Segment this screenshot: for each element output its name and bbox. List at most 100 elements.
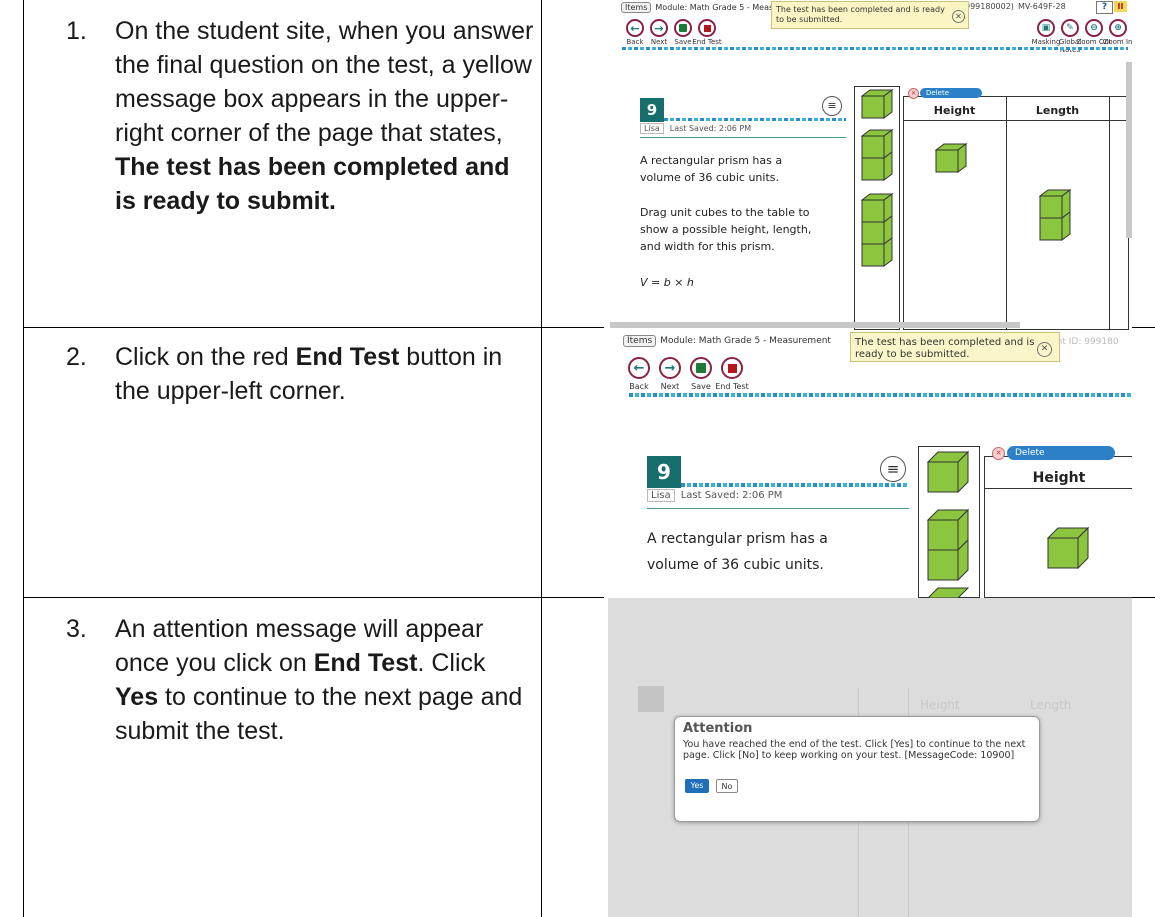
save-icon bbox=[679, 24, 687, 32]
tray-cube-stack[interactable] bbox=[926, 450, 972, 598]
step-number: 2. bbox=[66, 343, 87, 371]
attention-dialog: Attention You have reached the end of th… bbox=[674, 716, 1040, 822]
arrow-right-icon: → bbox=[664, 360, 676, 376]
masking-button[interactable]: ▣ bbox=[1037, 19, 1055, 37]
save-button[interactable] bbox=[690, 357, 712, 379]
screenshot-end-test-button: Items Module: Math Grade 5 - Measurement … bbox=[604, 330, 1132, 598]
delete-label: Delete bbox=[1015, 448, 1045, 458]
help-button[interactable]: ? bbox=[1096, 1, 1113, 14]
step-text-plain: to continue to the next page and submit … bbox=[115, 683, 523, 745]
ghost-height-header: Height bbox=[920, 698, 960, 712]
step-text-cell: 2. Click on the red End Test button in t… bbox=[24, 328, 542, 597]
pause-button[interactable]: II bbox=[1114, 1, 1127, 12]
masking-icon: ▣ bbox=[1041, 23, 1051, 33]
notes-icon: ✎ bbox=[1066, 23, 1074, 33]
arrow-right-icon: → bbox=[654, 21, 664, 35]
question-dash-line bbox=[681, 483, 909, 487]
answer-table bbox=[903, 96, 1129, 330]
save-button[interactable] bbox=[674, 19, 692, 37]
question-number-badge: 9 bbox=[647, 456, 681, 488]
question-paragraph-1: A rectangular prism has a volume of 36 c… bbox=[647, 531, 828, 573]
divider bbox=[640, 137, 846, 138]
back-button[interactable]: ← bbox=[626, 19, 644, 37]
end-test-label: End Test bbox=[692, 38, 722, 46]
global-notes-button[interactable]: ✎ bbox=[1061, 19, 1079, 37]
last-saved-text: Last Saved: 2:06 PM bbox=[680, 490, 783, 501]
save-icon bbox=[696, 363, 706, 373]
screenshot-test-completed: Items Module: Math Grade 5 - Measurement … bbox=[604, 0, 1132, 330]
completion-message-text: The test has been completed and is ready… bbox=[855, 337, 1035, 360]
table-header-divider bbox=[984, 488, 1132, 489]
items-dropdown[interactable]: Items bbox=[623, 335, 657, 347]
delete-x-icon[interactable]: ✕ bbox=[908, 88, 919, 99]
height-column-header: Height bbox=[1032, 470, 1086, 486]
step-description: An attention message will appear once yo… bbox=[115, 612, 535, 748]
completion-message: The test has been completed and is ready… bbox=[850, 332, 1060, 362]
tray-cube-stack[interactable] bbox=[860, 88, 894, 276]
question-menu-icon[interactable]: ≡ bbox=[880, 456, 906, 482]
next-button[interactable]: → bbox=[650, 19, 668, 37]
student-name: Lisa bbox=[640, 123, 664, 134]
last-saved: Lisa Last Saved: 2:06 PM bbox=[647, 489, 783, 502]
delete-button[interactable]: Delete bbox=[920, 88, 982, 98]
end-test-button[interactable] bbox=[698, 19, 716, 37]
items-dropdown[interactable]: Items bbox=[621, 2, 652, 13]
zoom-in-button[interactable]: ⊕ bbox=[1109, 19, 1127, 37]
question-paragraph-2: Drag unit cubes to the table to show a p… bbox=[640, 206, 812, 253]
step-2: 2. Click on the red End Test button in t… bbox=[66, 340, 535, 408]
ghost-question-badge bbox=[638, 686, 664, 712]
no-button[interactable]: No bbox=[716, 779, 738, 793]
completion-message: The test has been completed and is ready… bbox=[771, 1, 969, 29]
step-number: 1. bbox=[66, 17, 87, 45]
step-text-plain: Click on the red bbox=[115, 343, 296, 371]
end-test-label: End Test bbox=[715, 382, 749, 391]
step-text-plain: . Click bbox=[417, 649, 486, 677]
test-header-bar: Items Module: Math Grade 5 - Measurement bbox=[623, 335, 831, 347]
session-code: MV-649F-28 bbox=[1018, 2, 1066, 11]
module-title: Module: Math Grade 5 - Measurement bbox=[660, 336, 831, 346]
horizontal-scrollbar[interactable] bbox=[610, 322, 1020, 328]
last-saved-text: Last Saved: 2:06 PM bbox=[669, 124, 752, 133]
step-text-bold: Yes bbox=[115, 683, 159, 711]
question-menu-icon[interactable]: ≡ bbox=[822, 96, 842, 116]
step-number: 3. bbox=[66, 615, 87, 643]
length-column-header: Length bbox=[1035, 104, 1080, 117]
volume-formula: V = b × h bbox=[640, 276, 694, 289]
step-text-cell: 3. An attention message will appear once… bbox=[24, 598, 542, 917]
stop-icon bbox=[703, 24, 711, 32]
end-test-button[interactable] bbox=[721, 357, 743, 379]
step-text-plain: On the student site, when you answer the… bbox=[115, 17, 534, 147]
table-column-divider bbox=[1109, 96, 1110, 330]
next-button[interactable]: → bbox=[659, 357, 681, 379]
zoom-out-button[interactable]: ⊖ bbox=[1085, 19, 1103, 37]
delete-x-icon[interactable]: ✕ bbox=[992, 447, 1005, 460]
vertical-scrollbar[interactable] bbox=[1126, 62, 1132, 238]
step-3: 3. An attention message will appear once… bbox=[66, 612, 535, 748]
table-column-divider bbox=[1006, 96, 1007, 330]
step-text-bold: The test has been completed and is ready… bbox=[115, 153, 510, 215]
yes-button[interactable]: Yes bbox=[685, 779, 709, 793]
height-column-header: Height bbox=[933, 104, 976, 117]
step-description: On the student site, when you answer the… bbox=[115, 14, 535, 218]
dialog-title: Attention bbox=[683, 721, 753, 736]
length-cube-stack[interactable] bbox=[1038, 188, 1072, 248]
step-text-bold: End Test bbox=[295, 343, 400, 371]
back-button[interactable]: ← bbox=[628, 357, 650, 379]
close-message-icon[interactable]: ✕ bbox=[952, 10, 965, 23]
progress-dash-line bbox=[622, 47, 1128, 50]
delete-button[interactable]: Delete bbox=[1007, 446, 1115, 460]
height-cube[interactable] bbox=[1046, 526, 1092, 572]
student-name: Lisa bbox=[647, 489, 675, 502]
last-saved: Lisa Last Saved: 2:06 PM bbox=[640, 123, 752, 134]
close-message-icon[interactable]: ✕ bbox=[1037, 342, 1052, 357]
arrow-left-icon: ← bbox=[633, 360, 645, 376]
zoom-in-label: Zoom In bbox=[1103, 38, 1132, 46]
screenshot-attention-dialog: Height Length Attention You have reached… bbox=[608, 598, 1132, 917]
zoom-in-icon: ⊕ bbox=[1114, 23, 1122, 33]
zoom-out-icon: ⊖ bbox=[1090, 23, 1098, 33]
height-cube[interactable] bbox=[934, 142, 968, 176]
stop-icon bbox=[727, 363, 737, 373]
delete-label: Delete bbox=[926, 89, 949, 97]
step-description: Click on the red End Test button in the … bbox=[115, 340, 535, 408]
dialog-message: You have reached the end of the test. Cl… bbox=[683, 739, 1026, 761]
